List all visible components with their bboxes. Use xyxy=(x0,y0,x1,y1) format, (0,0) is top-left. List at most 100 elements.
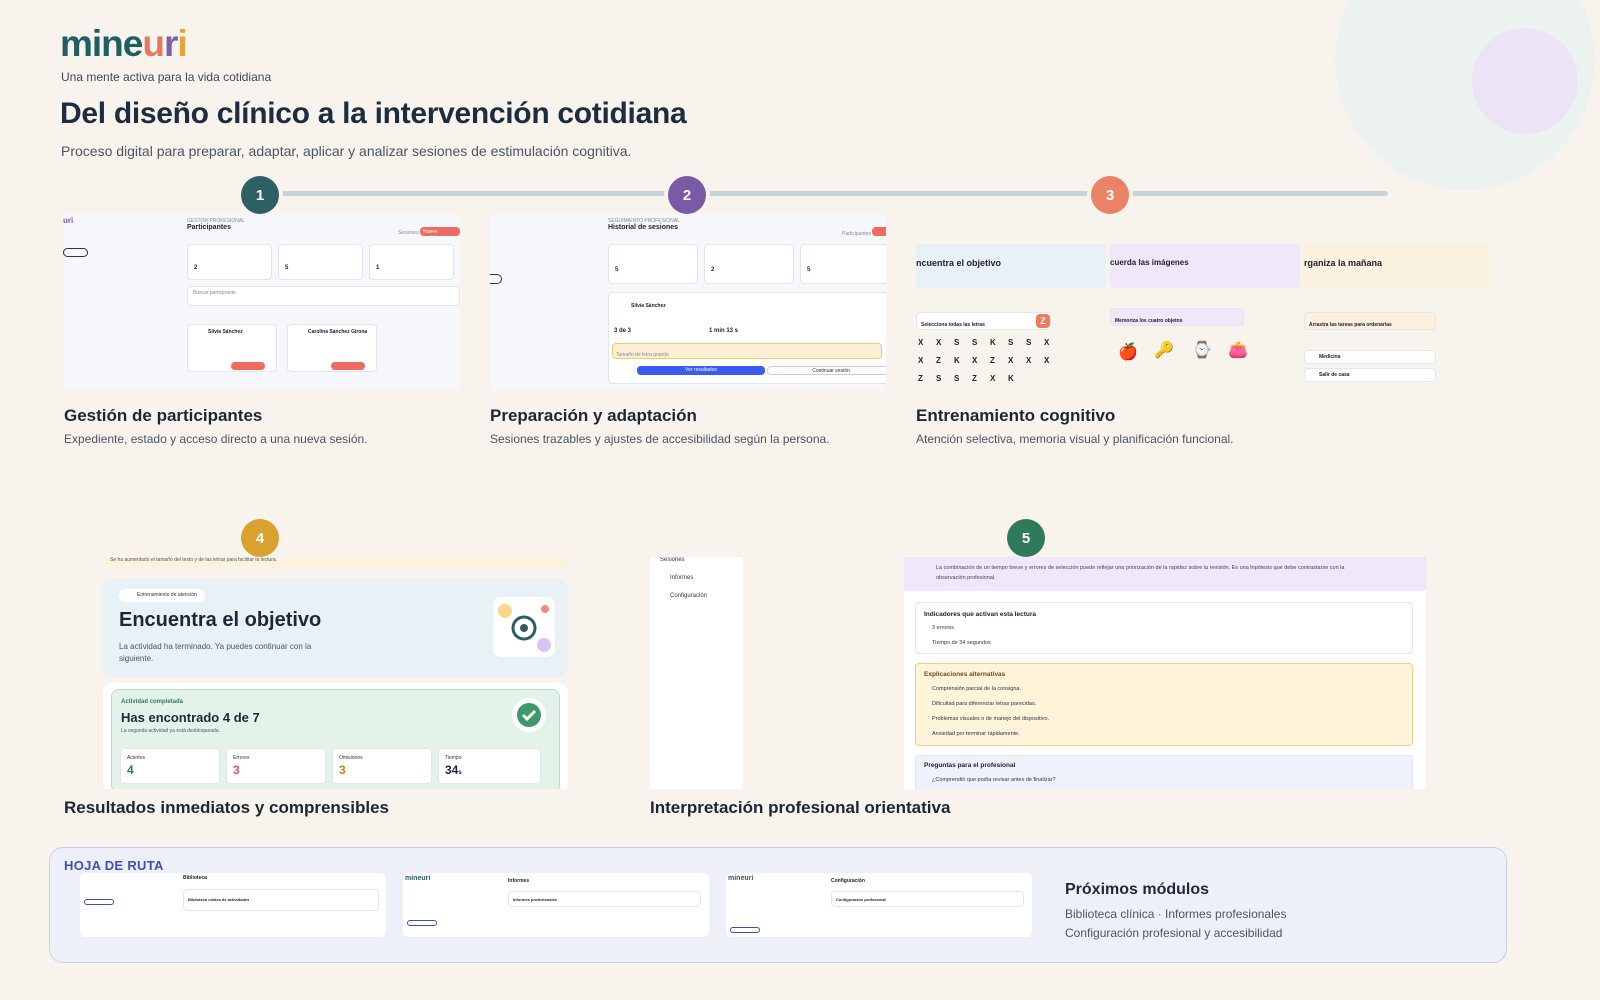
mini-task: Salir de casa xyxy=(1304,368,1436,382)
mini-title: Participantes xyxy=(187,224,231,231)
mini-instruction-text: Selecciona todas las letras xyxy=(921,322,985,328)
mini-note-text: Tamaño de letra grande xyxy=(616,352,669,358)
mini-stat: 1 xyxy=(376,265,380,271)
report-summary-text: La combinación de un tiempo breve y erro… xyxy=(936,565,1345,581)
mini-start-button xyxy=(231,362,265,370)
screenshot-participants: uri GESTOR PROFESIONAL Participantes Ses… xyxy=(63,214,460,390)
roadmap-label: HOJA DE RUTA xyxy=(64,858,164,873)
target-icon xyxy=(493,597,555,657)
mini-letter: X xyxy=(1008,356,1014,365)
mini-start-button xyxy=(331,362,365,370)
mini-metric: 1 min 13 s xyxy=(709,328,739,334)
roadmap-shot-item: Configuración profesional xyxy=(836,897,886,902)
step-1-title: Gestión de participantes xyxy=(64,406,263,425)
brand-logo: mineuri xyxy=(60,23,188,64)
step-2-title: Preparación y adaptación xyxy=(490,406,697,425)
stat-unit: s xyxy=(458,770,462,776)
result-box: Actividad completada Has encontrado 4 de… xyxy=(111,689,560,789)
mini-stat-card: 5 xyxy=(278,244,363,280)
stat-omisiones: Omisiones 3 xyxy=(332,748,432,784)
mini-activity-header: ncuentra el objetivo xyxy=(916,244,1106,288)
mini-letter-tile: Z xyxy=(1036,314,1050,328)
mini-activity-title: cuerda las imágenes xyxy=(1110,258,1189,267)
mini-participant-name: Silvia Sánchez xyxy=(208,329,243,335)
mini-nav-active xyxy=(730,927,760,933)
screenshot-results: Se ha aumentado el tamaño del texto y de… xyxy=(103,557,568,789)
indicator-item: 3 errores xyxy=(932,625,955,631)
mini-letter: Z xyxy=(990,356,995,365)
mini-letter: X xyxy=(990,374,996,383)
mini-letter: X xyxy=(918,356,924,365)
mini-letter: X xyxy=(972,356,978,365)
mini-letter: K xyxy=(954,356,960,365)
mini-notice: Se ha aumentado el tamaño del texto y de… xyxy=(103,557,568,567)
watch-icon: ⌚ xyxy=(1192,342,1212,359)
mini-card: Informes profesionales xyxy=(508,891,701,907)
mini-letter: S xyxy=(1008,338,1014,347)
roadmap-shot-title: Configuración xyxy=(831,878,865,884)
roadmap-shot-item: Informes profesionales xyxy=(513,897,558,902)
mini-stat: 2 xyxy=(711,267,715,273)
mini-link: Participantes xyxy=(842,231,871,237)
mini-stat: 2 xyxy=(194,265,198,271)
mini-letter: S xyxy=(972,338,978,347)
indicators-title: Indicadores que activan esta lectura xyxy=(924,611,1036,618)
mini-activity-title: ncuentra el objetivo xyxy=(916,258,1002,268)
mini-link: Sesiones xyxy=(398,230,419,236)
indicators-box: Indicadores que activan esta lectura 3 e… xyxy=(915,602,1413,654)
mini-nav-informes: Informes xyxy=(670,575,694,581)
step-3-badge: 3 xyxy=(1091,176,1129,214)
mini-search-label: Buscar participante xyxy=(193,290,236,296)
screenshot-training: ncuentra el objetivo cuerda las imágenes… xyxy=(916,214,1490,390)
mini-task-label: Medicina xyxy=(1319,354,1341,360)
mini-letter: S xyxy=(936,374,942,383)
mini-letter: Z xyxy=(936,356,941,365)
roadmap-line-2: Configuración profesional y accesibilida… xyxy=(1065,926,1283,940)
mini-stat: 5 xyxy=(807,267,811,273)
stat-value: 4 xyxy=(127,763,134,777)
mini-session-card: Silvia Sánchez 3 de 3 1 min 13 s Tamaño … xyxy=(608,292,886,384)
screenshot-sessions: SEGUIMIENTO PROFESIONAL Historial de ses… xyxy=(490,214,886,390)
mini-stat-card: 2 xyxy=(704,244,794,284)
activity-message: La actividad ha terminado. Ya puedes con… xyxy=(119,642,312,663)
mini-instruction: Memoriza los cuatro objetos xyxy=(1110,308,1244,326)
step-5-title: Interpretación profesional orientativa xyxy=(650,798,951,817)
mini-nav-item xyxy=(490,274,502,284)
roadmap-shot-item: Biblioteca clínica de actividades xyxy=(188,897,250,902)
stat-errores: Errores 3 xyxy=(226,748,326,784)
mini-sidebar: Sesiones Informes Configuración xyxy=(650,557,743,789)
mini-stat-card: 2 xyxy=(187,244,272,280)
stat-label: Errores xyxy=(233,755,250,761)
stat-tiempo: Tiempo 34s xyxy=(438,748,541,784)
keys-icon: 🔑 xyxy=(1154,342,1174,359)
alternative-item: Dificultad para diferenciar letras parec… xyxy=(932,701,1037,707)
timeline-bar xyxy=(260,191,1388,196)
mini-card: Biblioteca clínica de actividades xyxy=(183,889,379,911)
mini-title: Historial de sesiones xyxy=(608,224,679,231)
roadmap-title: Próximos módulos xyxy=(1065,881,1210,898)
screenshot-interpretation: Sesiones Informes Configuración La combi… xyxy=(650,557,1436,789)
activity-badge: Entrenamiento de atención xyxy=(119,589,205,602)
stat-label: Aciertos xyxy=(127,755,146,761)
stat-value: 3 xyxy=(233,763,240,777)
mini-metric: 3 de 3 xyxy=(614,328,632,334)
mini-search: Buscar participante xyxy=(187,286,460,306)
result-next: La segunda actividad ya está desbloquead… xyxy=(121,728,220,734)
result-label: Actividad completada xyxy=(121,699,184,705)
step-1-desc: Expediente, estado y acceso directo a un… xyxy=(64,432,368,446)
roadmap-shot-biblioteca: Biblioteca Biblioteca clínica de activid… xyxy=(80,873,386,937)
step-5-badge: 5 xyxy=(1007,519,1045,557)
questions-box: Preguntas para el profesional ¿Comprendi… xyxy=(915,755,1413,789)
mini-letter: Z xyxy=(972,374,977,383)
mini-instruction: Arrastra las tareas para ordenarlas xyxy=(1304,312,1436,330)
mini-logo: uri xyxy=(63,216,74,225)
activity-card: Entrenamiento de atención Encuentra el o… xyxy=(103,579,568,677)
roadmap-shot-title: Informes xyxy=(508,878,530,884)
mini-nav-sesiones: Sesiones xyxy=(660,557,685,563)
mini-logo: mineuri xyxy=(728,875,754,882)
mini-stat: 5 xyxy=(615,267,619,273)
mini-letter: K xyxy=(1008,374,1014,383)
mini-letter: S xyxy=(1026,338,1032,347)
mini-instruction: Selecciona todas las letras xyxy=(916,312,1051,330)
wallet-icon: 👛 xyxy=(1228,342,1248,359)
